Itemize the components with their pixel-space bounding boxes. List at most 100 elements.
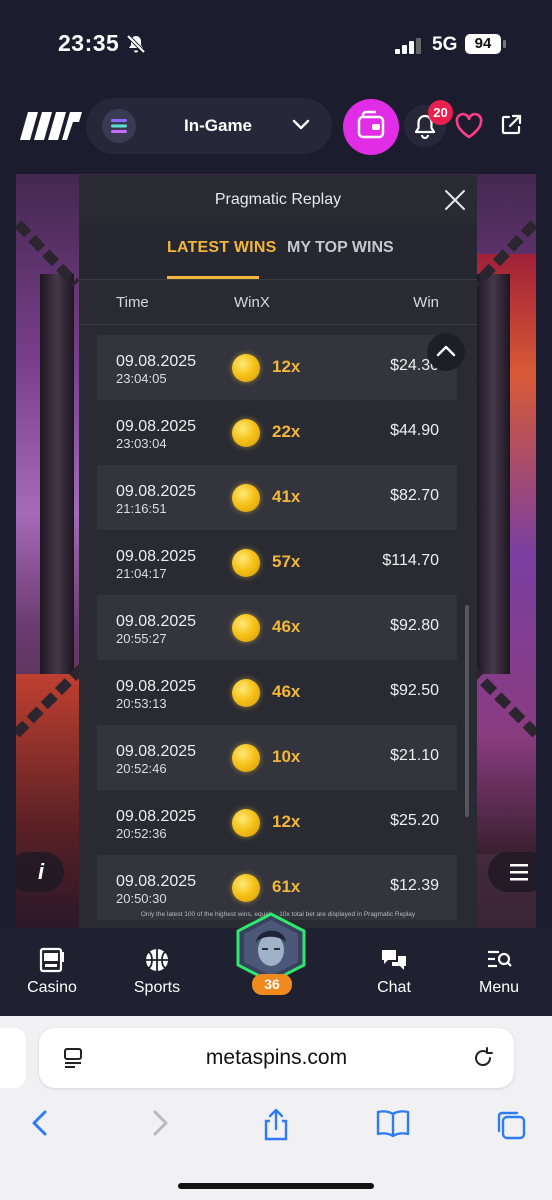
- coin-icon: [232, 419, 260, 447]
- nav-sports[interactable]: Sports: [112, 928, 202, 1016]
- pragmatic-replay-panel: Pragmatic Replay LATEST WINS MY TOP WINS…: [79, 175, 477, 928]
- nav-casino[interactable]: Casino: [7, 928, 97, 1016]
- menu-search-icon: [488, 950, 512, 968]
- browser-chrome: metaspins.com: [0, 1016, 552, 1200]
- row-time: 23:04:05: [116, 371, 167, 386]
- coin-icon: [232, 744, 260, 772]
- back-icon[interactable]: [26, 1108, 54, 1138]
- row-multiplier: 10x: [272, 747, 301, 766]
- row-date: 09.08.2025: [116, 548, 197, 565]
- row-time: 20:50:30: [116, 891, 167, 906]
- game-menu-button[interactable]: [488, 852, 536, 892]
- row-time: 21:04:17: [116, 566, 167, 581]
- app-header: In-Game 20: [0, 95, 552, 157]
- notification-count-badge: 20: [428, 100, 453, 125]
- win-row[interactable]: 09.08.2025 23:04:05 12x $24.30: [97, 335, 457, 400]
- row-win-amount: $21.10: [390, 747, 439, 764]
- address-bar[interactable]: metaspins.com: [39, 1028, 514, 1088]
- coin-icon: [232, 484, 260, 512]
- tab-my-top-wins[interactable]: MY TOP WINS: [287, 239, 394, 257]
- win-row[interactable]: 09.08.2025 20:55:27 46x $92.80: [97, 595, 457, 660]
- row-time: 20:53:13: [116, 696, 167, 711]
- win-row[interactable]: 09.08.2025 21:16:51 41x $82.70: [97, 465, 457, 530]
- row-win-amount: $114.70: [382, 552, 439, 569]
- column-header-win: Win: [413, 294, 439, 311]
- bell-off-icon: [126, 34, 146, 54]
- row-date: 09.08.2025: [116, 873, 197, 890]
- row-multiplier: 12x: [272, 357, 301, 376]
- chevron-up-icon: [436, 345, 456, 357]
- row-multiplier: 41x: [272, 487, 301, 506]
- close-icon[interactable]: [443, 188, 467, 212]
- row-multiplier: 61x: [272, 877, 301, 896]
- tab-latest-wins[interactable]: LATEST WINS: [167, 239, 276, 257]
- coin-icon: [232, 874, 260, 902]
- coin-icon: [232, 549, 260, 577]
- column-header-winx: WinX: [234, 294, 270, 311]
- tabs-icon[interactable]: [494, 1108, 528, 1142]
- game-pillar-right: [476, 274, 510, 674]
- coin-icon: [232, 354, 260, 382]
- win-row[interactable]: 09.08.2025 20:53:13 46x $92.50: [97, 660, 457, 725]
- game-info-button[interactable]: i: [16, 852, 64, 892]
- coin-icon: [232, 614, 260, 642]
- metaspins-logo[interactable]: [20, 108, 84, 144]
- row-date: 09.08.2025: [116, 353, 197, 370]
- reload-icon[interactable]: [471, 1046, 495, 1070]
- share-icon[interactable]: [260, 1108, 292, 1142]
- row-win-amount: $92.50: [390, 682, 439, 699]
- nav-chat-label: Chat: [377, 979, 411, 996]
- column-header-time: Time: [116, 294, 149, 311]
- basketball-icon: [146, 949, 168, 971]
- row-date: 09.08.2025: [116, 613, 197, 630]
- reader-icon[interactable]: [61, 1046, 85, 1070]
- heart-icon[interactable]: [454, 112, 484, 140]
- replay-tabs: LATEST WINS MY TOP WINS: [79, 223, 477, 279]
- battery-tip: [503, 40, 506, 48]
- row-win-amount: $44.90: [390, 422, 439, 439]
- layers-icon: [102, 109, 136, 143]
- win-row[interactable]: 09.08.2025 20:52:46 10x $21.10: [97, 725, 457, 790]
- external-link-icon[interactable]: [499, 113, 523, 137]
- bookmarks-icon[interactable]: [375, 1108, 411, 1140]
- row-multiplier: 22x: [272, 422, 301, 441]
- row-date: 09.08.2025: [116, 743, 197, 760]
- previous-tab-peek[interactable]: [0, 1028, 26, 1088]
- wallet-button[interactable]: [343, 99, 399, 155]
- nav-menu[interactable]: Menu: [454, 928, 544, 1016]
- url-text: metaspins.com: [205, 1046, 348, 1069]
- row-date: 09.08.2025: [116, 808, 197, 825]
- row-win-amount: $82.70: [390, 487, 439, 504]
- chevron-down-icon: [292, 119, 310, 130]
- nav-casino-label: Casino: [27, 979, 77, 996]
- table-header: Time WinX Win: [79, 279, 477, 325]
- game-pillar-left: [40, 274, 74, 674]
- row-multiplier: 46x: [272, 682, 301, 701]
- win-row[interactable]: 09.08.2025 23:03:04 22x $44.90: [97, 400, 457, 465]
- row-date: 09.08.2025: [116, 678, 197, 695]
- coin-icon: [232, 809, 260, 837]
- row-multiplier: 12x: [272, 812, 301, 831]
- scrollbar[interactable]: [465, 605, 469, 817]
- mode-select-label: In-Game: [184, 116, 253, 135]
- chat-icon: [382, 950, 406, 970]
- nav-sports-label: Sports: [133, 979, 181, 996]
- row-time: 20:55:27: [116, 631, 167, 646]
- home-indicator: [178, 1183, 374, 1189]
- status-time: 23:35: [58, 30, 120, 56]
- row-multiplier: 57x: [272, 552, 301, 571]
- replay-header: Pragmatic Replay: [79, 175, 477, 223]
- forward-icon[interactable]: [146, 1108, 174, 1138]
- row-date: 09.08.2025: [116, 418, 197, 435]
- status-bar: 23:35 5G 94: [0, 0, 552, 90]
- replay-title: Pragmatic Replay: [214, 191, 342, 208]
- win-row[interactable]: 09.08.2025 21:04:17 57x $114.70: [97, 530, 457, 595]
- hamburger-icon: [510, 864, 528, 881]
- coin-icon: [232, 679, 260, 707]
- row-date: 09.08.2025: [116, 483, 197, 500]
- mode-select[interactable]: In-Game: [86, 98, 332, 154]
- win-row[interactable]: 09.08.2025 20:52:36 12x $25.20: [97, 790, 457, 855]
- scroll-up-button[interactable]: [427, 333, 465, 371]
- nav-chat[interactable]: Chat: [349, 928, 439, 1016]
- wins-list: 09.08.2025 23:04:05 12x $24.30 09.08.2025 23:…: [97, 335, 457, 920]
